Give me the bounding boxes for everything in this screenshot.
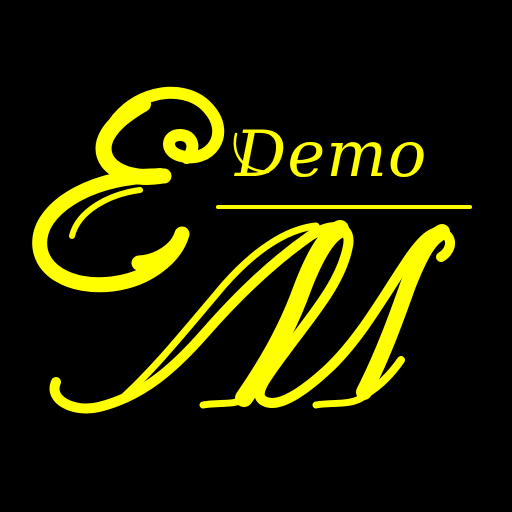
em-monogram-logo <box>32 86 472 414</box>
app-icon: Demo <box>0 0 512 512</box>
demo-label: Demo <box>235 118 428 192</box>
